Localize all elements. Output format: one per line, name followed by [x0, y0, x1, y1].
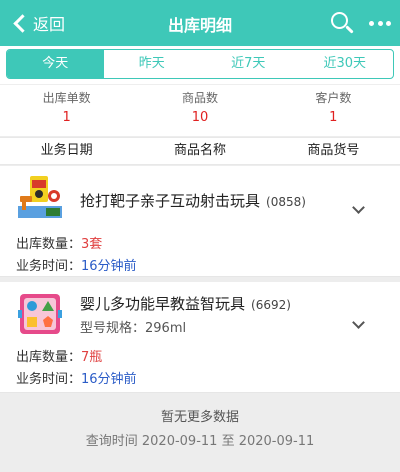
- time-row: 业务时间：16分钟前: [16, 368, 137, 387]
- more-options-icon[interactable]: [369, 19, 391, 27]
- list-footer: 暂无更多数据 查询时间 2020-09-11 至 2020-09-11: [0, 398, 400, 451]
- stat-label: 商品数: [181, 91, 218, 105]
- stat-value: 10: [191, 110, 209, 125]
- top-bar: 返回 出库明细: [0, 0, 400, 46]
- column-business-date[interactable]: 业务日期: [0, 138, 133, 164]
- stat-value: 1: [62, 110, 71, 125]
- tab-yesterday[interactable]: 昨天: [104, 50, 201, 78]
- column-header: 业务日期 商品名称 商品货号: [0, 137, 400, 165]
- list-item[interactable]: 抢打靶子亲子互动射击玩具 (0858) 出库数量：3套 业务时间：16分钟前: [0, 166, 400, 277]
- column-product-code[interactable]: 商品货号: [267, 138, 400, 164]
- date-range-tabs: 今天 昨天 近7天 近30天: [6, 49, 394, 79]
- tab-last-7-days[interactable]: 近7天: [200, 50, 297, 78]
- time-row: 业务时间：16分钟前: [16, 255, 137, 274]
- date-range-bar: 今天 昨天 近7天 近30天: [0, 46, 400, 84]
- no-more-data-text: 暂无更多数据: [160, 410, 239, 425]
- summary-stats: 出库单数 1 商品数 10 客户数 1: [0, 84, 400, 136]
- product-name-text: 婴儿多功能早教益智玩具: [80, 295, 246, 313]
- tab-today[interactable]: 今天: [7, 50, 104, 78]
- tab-last-30-days[interactable]: 近30天: [297, 50, 394, 78]
- column-product-name[interactable]: 商品名称: [133, 138, 266, 164]
- chevron-down-icon[interactable]: [352, 201, 365, 214]
- quantity-row: 出库数量：7瓶: [16, 346, 102, 365]
- query-range-text: 查询时间 2020-09-11 至 2020-09-11: [85, 434, 315, 449]
- product-name: 抢打靶子亲子互动射击玩具 (0858): [80, 190, 306, 211]
- stat-label: 出库单数: [42, 91, 91, 105]
- stat-label: 客户数: [315, 91, 352, 105]
- product-code: (6692): [251, 298, 291, 312]
- chevron-down-icon[interactable]: [352, 316, 365, 329]
- time-value: 16分钟前: [81, 259, 137, 274]
- product-code: (0858): [266, 195, 306, 209]
- stat-products: 商品数 10: [133, 85, 266, 136]
- time-label: 业务时间：: [16, 372, 82, 387]
- quantity-value: 3套: [81, 237, 103, 252]
- product-spec: 型号规格：296ml: [80, 321, 187, 336]
- product-name-text: 抢打靶子亲子互动射击玩具: [80, 192, 261, 210]
- stat-outbound-orders: 出库单数 1: [0, 85, 133, 136]
- time-value: 16分钟前: [81, 372, 137, 387]
- list-item[interactable]: 婴儿多功能早教益智玩具 (6692) 型号规格：296ml 出库数量：7瓶 业务时…: [0, 282, 400, 393]
- quantity-value: 7瓶: [81, 350, 103, 365]
- stat-customers: 客户数 1: [267, 85, 400, 136]
- quantity-label: 出库数量：: [16, 350, 82, 365]
- quantity-row: 出库数量：3套: [16, 233, 102, 252]
- time-label: 业务时间：: [16, 259, 82, 274]
- toy-gun-target-icon: [16, 172, 64, 220]
- search-icon[interactable]: [329, 10, 355, 36]
- stat-value: 1: [329, 110, 338, 125]
- shape-sorter-toy-icon: [16, 290, 64, 338]
- quantity-label: 出库数量：: [16, 237, 82, 252]
- product-name: 婴儿多功能早教益智玩具 (6692): [80, 293, 291, 314]
